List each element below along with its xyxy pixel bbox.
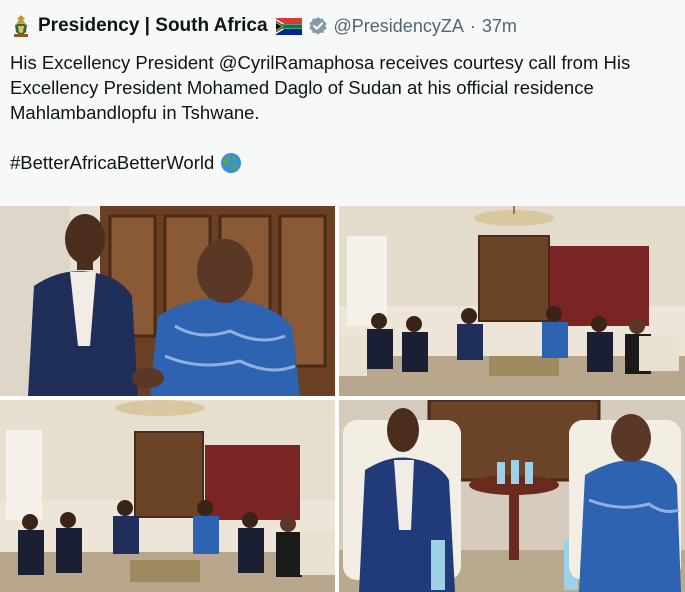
media-grid xyxy=(0,206,685,592)
user-handle[interactable]: @PresidencyZA xyxy=(334,16,464,37)
tweet-body: His Excellency President @CyrilRamaphosa… xyxy=(10,52,631,123)
coat-of-arms-icon[interactable] xyxy=(10,14,32,38)
tweet-card[interactable]: Presidency | South Africa @PresidencyZA … xyxy=(0,0,685,592)
verified-badge-icon[interactable] xyxy=(308,16,328,36)
tweet-text: His Excellency President @CyrilRamaphosa… xyxy=(10,50,675,175)
tweet-header: Presidency | South Africa @PresidencyZA … xyxy=(10,13,517,39)
photo-handshake[interactable] xyxy=(0,206,335,396)
photo-group-lounge[interactable] xyxy=(0,400,335,592)
hashtag-link[interactable]: #BetterAfricaBetterWorld xyxy=(10,150,214,175)
photo-two-presidents-seated[interactable] xyxy=(339,400,685,592)
timestamp[interactable]: 37m xyxy=(482,16,517,37)
hashtag-line: #BetterAfricaBetterWorld xyxy=(10,150,675,175)
south-africa-flag-icon xyxy=(275,17,302,35)
photo-group-meeting[interactable] xyxy=(339,206,685,396)
display-name[interactable]: Presidency | South Africa xyxy=(38,15,268,37)
separator-dot: · xyxy=(469,15,476,36)
globe-icon xyxy=(220,152,242,174)
